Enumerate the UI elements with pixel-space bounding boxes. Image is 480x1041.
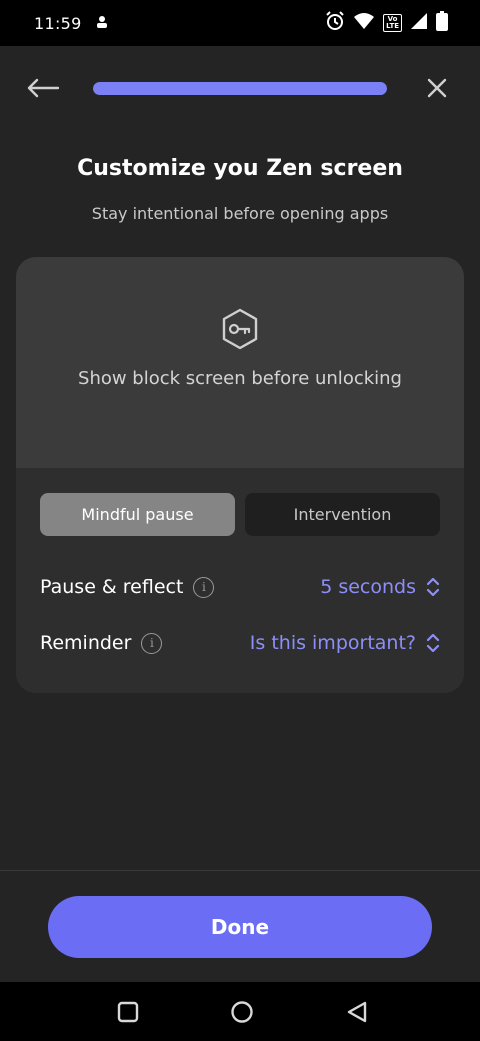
home-button[interactable]	[229, 999, 255, 1025]
card-preview: Show block screen before unlocking	[16, 257, 464, 468]
setting-row-reminder: Reminder i Is this important?	[40, 625, 440, 661]
setting-label-group: Pause & reflect i	[40, 576, 215, 598]
top-nav	[0, 62, 480, 114]
info-icon[interactable]: i	[193, 576, 215, 598]
alarm-icon	[325, 11, 345, 35]
reminder-select[interactable]: Is this important?	[250, 632, 440, 654]
system-nav-bar	[0, 982, 480, 1041]
setting-row-pause-reflect: Pause & reflect i 5 seconds	[40, 569, 440, 605]
setting-value: 5 seconds	[320, 576, 416, 598]
setting-label: Reminder	[40, 632, 132, 654]
back-button[interactable]	[26, 74, 60, 102]
tab-intervention[interactable]: Intervention	[245, 493, 440, 536]
info-icon[interactable]: i	[141, 632, 163, 654]
tab-mindful-pause[interactable]: Mindful pause	[40, 493, 235, 536]
page-title: Customize you Zen screen	[77, 156, 403, 181]
close-icon	[427, 78, 447, 98]
chevron-up-down-icon	[426, 577, 440, 597]
user-icon	[96, 14, 108, 33]
status-right: Vo LTE	[325, 11, 448, 35]
lte-badge: Vo LTE	[383, 14, 402, 32]
status-left: 11:59	[34, 14, 108, 33]
square-icon	[117, 1001, 139, 1023]
wifi-icon	[353, 12, 375, 34]
battery-icon	[436, 11, 448, 35]
pause-duration-select[interactable]: 5 seconds	[320, 576, 440, 598]
close-button[interactable]	[422, 74, 452, 102]
triangle-back-icon	[347, 1001, 367, 1023]
status-time: 11:59	[34, 13, 82, 33]
setting-label: Pause & reflect	[40, 576, 184, 598]
zen-screen-card: Show block screen before unlocking Mindf…	[16, 257, 464, 693]
footer-divider	[0, 870, 480, 871]
signal-icon	[410, 12, 428, 34]
setting-value: Is this important?	[249, 632, 416, 654]
done-button[interactable]: Done	[48, 896, 432, 958]
recents-button[interactable]	[115, 999, 141, 1025]
arrow-left-icon	[27, 78, 60, 98]
key-icon	[222, 308, 258, 350]
progress-fill	[93, 82, 387, 95]
card-headline: Show block screen before unlocking	[78, 368, 402, 389]
chevron-up-down-icon	[426, 633, 440, 653]
setting-label-group: Reminder i	[40, 632, 163, 654]
status-bar: 11:59 Vo LTE	[0, 0, 480, 46]
back-nav-button[interactable]	[344, 999, 370, 1025]
circle-icon	[231, 1001, 253, 1023]
lte-label-bottom: LTE	[386, 22, 399, 30]
progress-bar	[93, 82, 387, 95]
page-subtitle: Stay intentional before opening apps	[91, 204, 389, 223]
